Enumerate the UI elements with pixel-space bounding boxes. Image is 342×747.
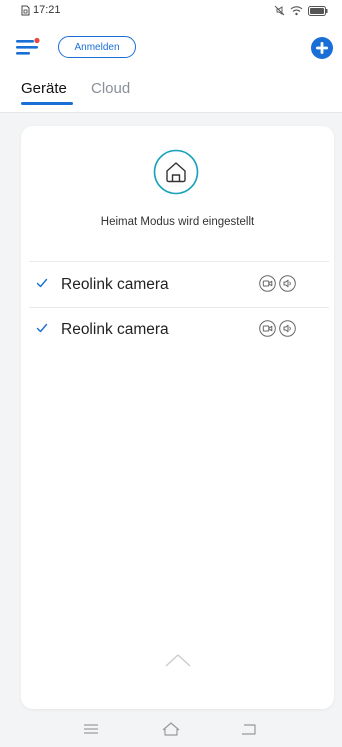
mode-status-text: Heimat Modus wird eingestellt — [100, 216, 255, 228]
back-icon[interactable] — [238, 720, 260, 738]
status-time: 17:21 — [33, 4, 61, 16]
chevron-up-icon[interactable] — [163, 652, 193, 668]
check-icon — [36, 323, 48, 333]
battery-icon — [308, 5, 328, 16]
notification-dot — [34, 37, 40, 44]
camera-row[interactable]: Reolink camera — [21, 310, 334, 354]
tab-cloud[interactable]: Cloud — [91, 80, 130, 97]
audio-icon[interactable] — [279, 275, 296, 292]
camera-name: Reolink camera — [61, 276, 169, 293]
video-record-icon[interactable] — [259, 320, 276, 337]
tab-geraete[interactable]: Geräte — [21, 80, 67, 97]
row-divider — [29, 307, 329, 308]
video-record-icon[interactable] — [259, 275, 276, 292]
check-icon — [36, 278, 48, 288]
audio-icon[interactable] — [279, 320, 296, 337]
status-bar: 17:21 — [0, 0, 342, 22]
mute-icon — [274, 5, 285, 16]
home-outline-icon[interactable] — [160, 720, 182, 738]
status-left: 17:21 — [21, 4, 61, 16]
status-right — [274, 5, 328, 16]
header-divider — [0, 112, 342, 113]
row-divider — [29, 261, 329, 262]
menu-lines-icon[interactable] — [80, 720, 102, 738]
system-nav-bar — [0, 717, 342, 747]
menu-button[interactable] — [14, 37, 42, 57]
add-device-button[interactable] — [310, 36, 334, 60]
camera-row[interactable]: Reolink camera — [21, 265, 334, 309]
camera-name: Reolink camera — [61, 321, 169, 338]
menu-icon — [16, 37, 40, 55]
sim-card-icon — [21, 5, 30, 15]
active-tab-indicator — [21, 102, 73, 105]
wifi-icon — [290, 6, 303, 16]
device-card: Heimat Modus wird eingestellt Reolink ca… — [21, 126, 334, 709]
login-button[interactable]: Anmelden — [58, 36, 136, 58]
home-icon[interactable] — [153, 149, 199, 195]
add-circle-icon — [311, 37, 333, 59]
